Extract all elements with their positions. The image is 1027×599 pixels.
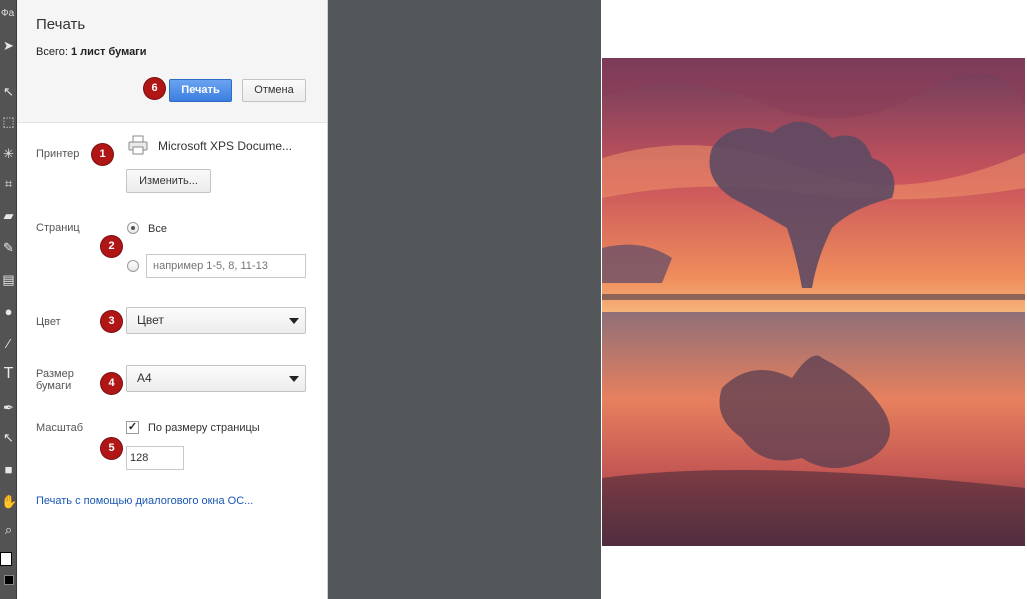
eyedropper-icon[interactable]: ⁄ (1, 336, 16, 351)
paper-size-label-line2: бумаги (36, 380, 72, 392)
background-color-swatch[interactable] (4, 575, 14, 585)
eraser-icon[interactable]: ▰ (1, 208, 16, 223)
cancel-button[interactable]: Отмена (242, 79, 306, 102)
pages-label: Страниц (36, 222, 80, 234)
fit-to-page-label: По размеру страницы (148, 422, 260, 434)
brush-icon[interactable]: ✎ (1, 240, 16, 255)
scale-input[interactable] (126, 446, 184, 470)
chevron-down-icon (289, 318, 299, 324)
type-tool-icon[interactable]: T (1, 366, 16, 382)
chevron-down-icon (289, 376, 299, 382)
pen-tool-icon[interactable]: ✒ (1, 400, 16, 415)
zoom-tool-icon[interactable]: ⌕ (1, 522, 16, 537)
color-label: Цвет (36, 316, 61, 328)
os-dialog-link[interactable]: Печать с помощью диалогового окна ОС... (36, 495, 253, 507)
summary-prefix: Всего: (36, 46, 68, 58)
rectangle-tool-icon[interactable]: ■ (1, 462, 16, 477)
direct-select-icon[interactable]: ↖ (1, 430, 16, 445)
dialog-title: Печать (36, 16, 86, 33)
gradient-icon[interactable]: ▤ (1, 272, 16, 287)
panel-header: Печать Всего: 1 лист бумаги 6 Печать Отм… (17, 0, 327, 123)
pages-all-radio[interactable] (127, 222, 139, 234)
print-preview-area (329, 0, 1027, 599)
hand-tool-icon[interactable]: ✋ (1, 494, 17, 509)
printer-icon (128, 135, 148, 155)
pages-all-label: Все (148, 223, 167, 235)
arrow-tool-icon[interactable]: ➤ (1, 38, 16, 53)
color-select-value: Цвет (137, 313, 164, 327)
scale-label: Масштаб (36, 422, 84, 434)
paper-size-select[interactable]: A4 (126, 365, 306, 392)
blur-icon[interactable]: ● (1, 304, 16, 319)
editor-toolstrip: Фа ➤ ↖ ⬚ ✳ ⌗ ▰ ✎ ▤ ● ⁄ T ✒ ↖ ■ ✋ ⌕ (0, 0, 17, 599)
print-settings-panel: Печать Всего: 1 лист бумаги 6 Печать Отм… (17, 0, 328, 599)
step-badge-3: 3 (101, 311, 122, 332)
pages-range-radio[interactable] (127, 260, 139, 272)
print-button[interactable]: Печать (169, 79, 232, 102)
crop-icon[interactable]: ⌗ (1, 176, 16, 191)
pages-range-input[interactable] (146, 254, 306, 278)
paper-size-select-value: A4 (137, 371, 152, 385)
color-select[interactable]: Цвет (126, 307, 306, 334)
step-badge-2: 2 (101, 236, 122, 257)
menu-fragment: Фа (1, 8, 15, 19)
step-badge-5: 5 (101, 438, 122, 459)
change-printer-button[interactable]: Изменить... (126, 169, 211, 193)
preview-photo (602, 58, 1025, 546)
marquee-tool-icon[interactable]: ⬚ (1, 114, 16, 129)
selection-tool-icon[interactable]: ↖ (1, 84, 16, 99)
sheet-summary: Всего: 1 лист бумаги (36, 46, 147, 58)
printer-name: Microsoft XPS Docume... (158, 139, 293, 153)
paper-size-label-line1: Размер (36, 368, 74, 380)
summary-value: 1 лист бумаги (70, 46, 147, 58)
printer-label: Принтер (36, 148, 80, 160)
magic-wand-icon[interactable]: ✳ (1, 146, 16, 161)
step-badge-6: 6 (144, 78, 165, 99)
step-badge-4: 4 (101, 373, 122, 394)
fit-to-page-checkbox[interactable]: ✓ (126, 421, 139, 434)
step-badge-1: 1 (92, 144, 113, 165)
foreground-color-swatch[interactable] (0, 552, 12, 566)
